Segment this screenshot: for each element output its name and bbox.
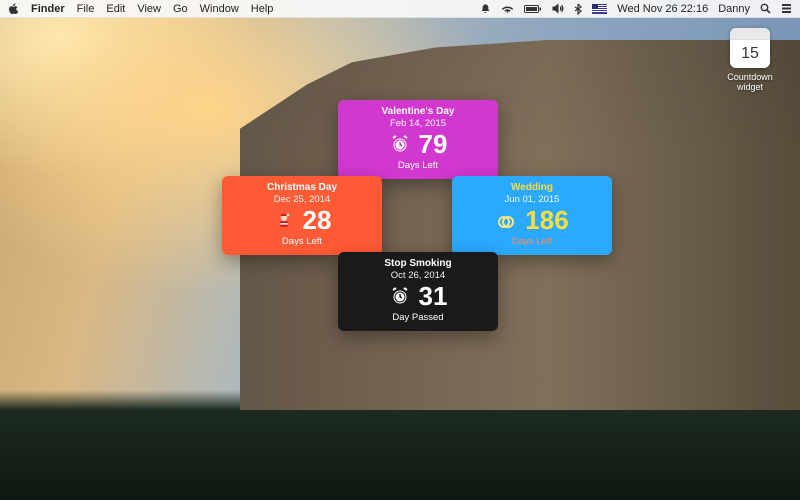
bell-icon[interactable] (480, 3, 491, 14)
desktop-icon-countdown-widget[interactable]: 15 Countdown widget (718, 28, 782, 92)
widget-title: Christmas Day (232, 182, 372, 193)
widget-count: 28 (303, 207, 332, 233)
battery-icon[interactable] (524, 4, 542, 14)
desktop-icon-label: Countdown widget (718, 72, 782, 92)
menu-file[interactable]: File (77, 3, 95, 15)
widget-date: Jun 01, 2015 (462, 194, 602, 205)
widget-count: 186 (525, 207, 568, 233)
widget-count: 31 (419, 283, 448, 309)
widget-sub: Day Passed (348, 312, 488, 323)
menu-view[interactable]: View (137, 3, 161, 15)
widget-title: Stop Smoking (348, 258, 488, 269)
widget-count: 79 (419, 131, 448, 157)
countdown-widget-wedding[interactable]: Wedding Jun 01, 2015 186 Days Left (452, 176, 612, 255)
countdown-widget-valentine[interactable]: Valentine's Day Feb 14, 2015 79 Days Lef… (338, 100, 498, 179)
widget-title: Valentine's Day (348, 106, 488, 117)
wifi-icon[interactable] (501, 3, 514, 14)
widget-date: Oct 26, 2014 (348, 270, 488, 281)
widget-sub: Days Left (232, 236, 372, 247)
countdown-widget-stop-smoking[interactable]: Stop Smoking Oct 26, 2014 31 Day Passed (338, 252, 498, 331)
ring-icon (495, 209, 517, 231)
menu-window[interactable]: Window (200, 3, 239, 15)
countdown-widget-christmas[interactable]: Christmas Day Dec 25, 2014 28 Days Left (222, 176, 382, 255)
menu-go[interactable]: Go (173, 3, 188, 15)
widget-sub: Days Left (462, 236, 602, 247)
bluetooth-icon[interactable] (574, 3, 582, 15)
spotlight-icon[interactable] (760, 3, 771, 14)
menubar-clock[interactable]: Wed Nov 26 22:16 (617, 3, 708, 15)
menubar-user[interactable]: Danny (718, 3, 750, 15)
santa-icon (273, 209, 295, 231)
menu-help[interactable]: Help (251, 3, 274, 15)
calendar-tile-icon: 15 (730, 28, 770, 68)
apple-menu-icon[interactable] (8, 3, 19, 15)
widget-sub: Days Left (348, 160, 488, 171)
menubar-app-name[interactable]: Finder (31, 3, 65, 15)
menubar: Finder File Edit View Go Window Help Wed… (0, 0, 800, 18)
widget-date: Feb 14, 2015 (348, 118, 488, 129)
alarm-clock-icon (389, 285, 411, 307)
flag-icon[interactable] (592, 4, 607, 14)
menu-edit[interactable]: Edit (106, 3, 125, 15)
calendar-tile-day: 15 (730, 40, 770, 68)
widget-date: Dec 25, 2014 (232, 194, 372, 205)
alarm-clock-icon (389, 133, 411, 155)
volume-icon[interactable] (552, 3, 564, 14)
widget-title: Wedding (462, 182, 602, 193)
notification-center-icon[interactable] (781, 3, 792, 14)
